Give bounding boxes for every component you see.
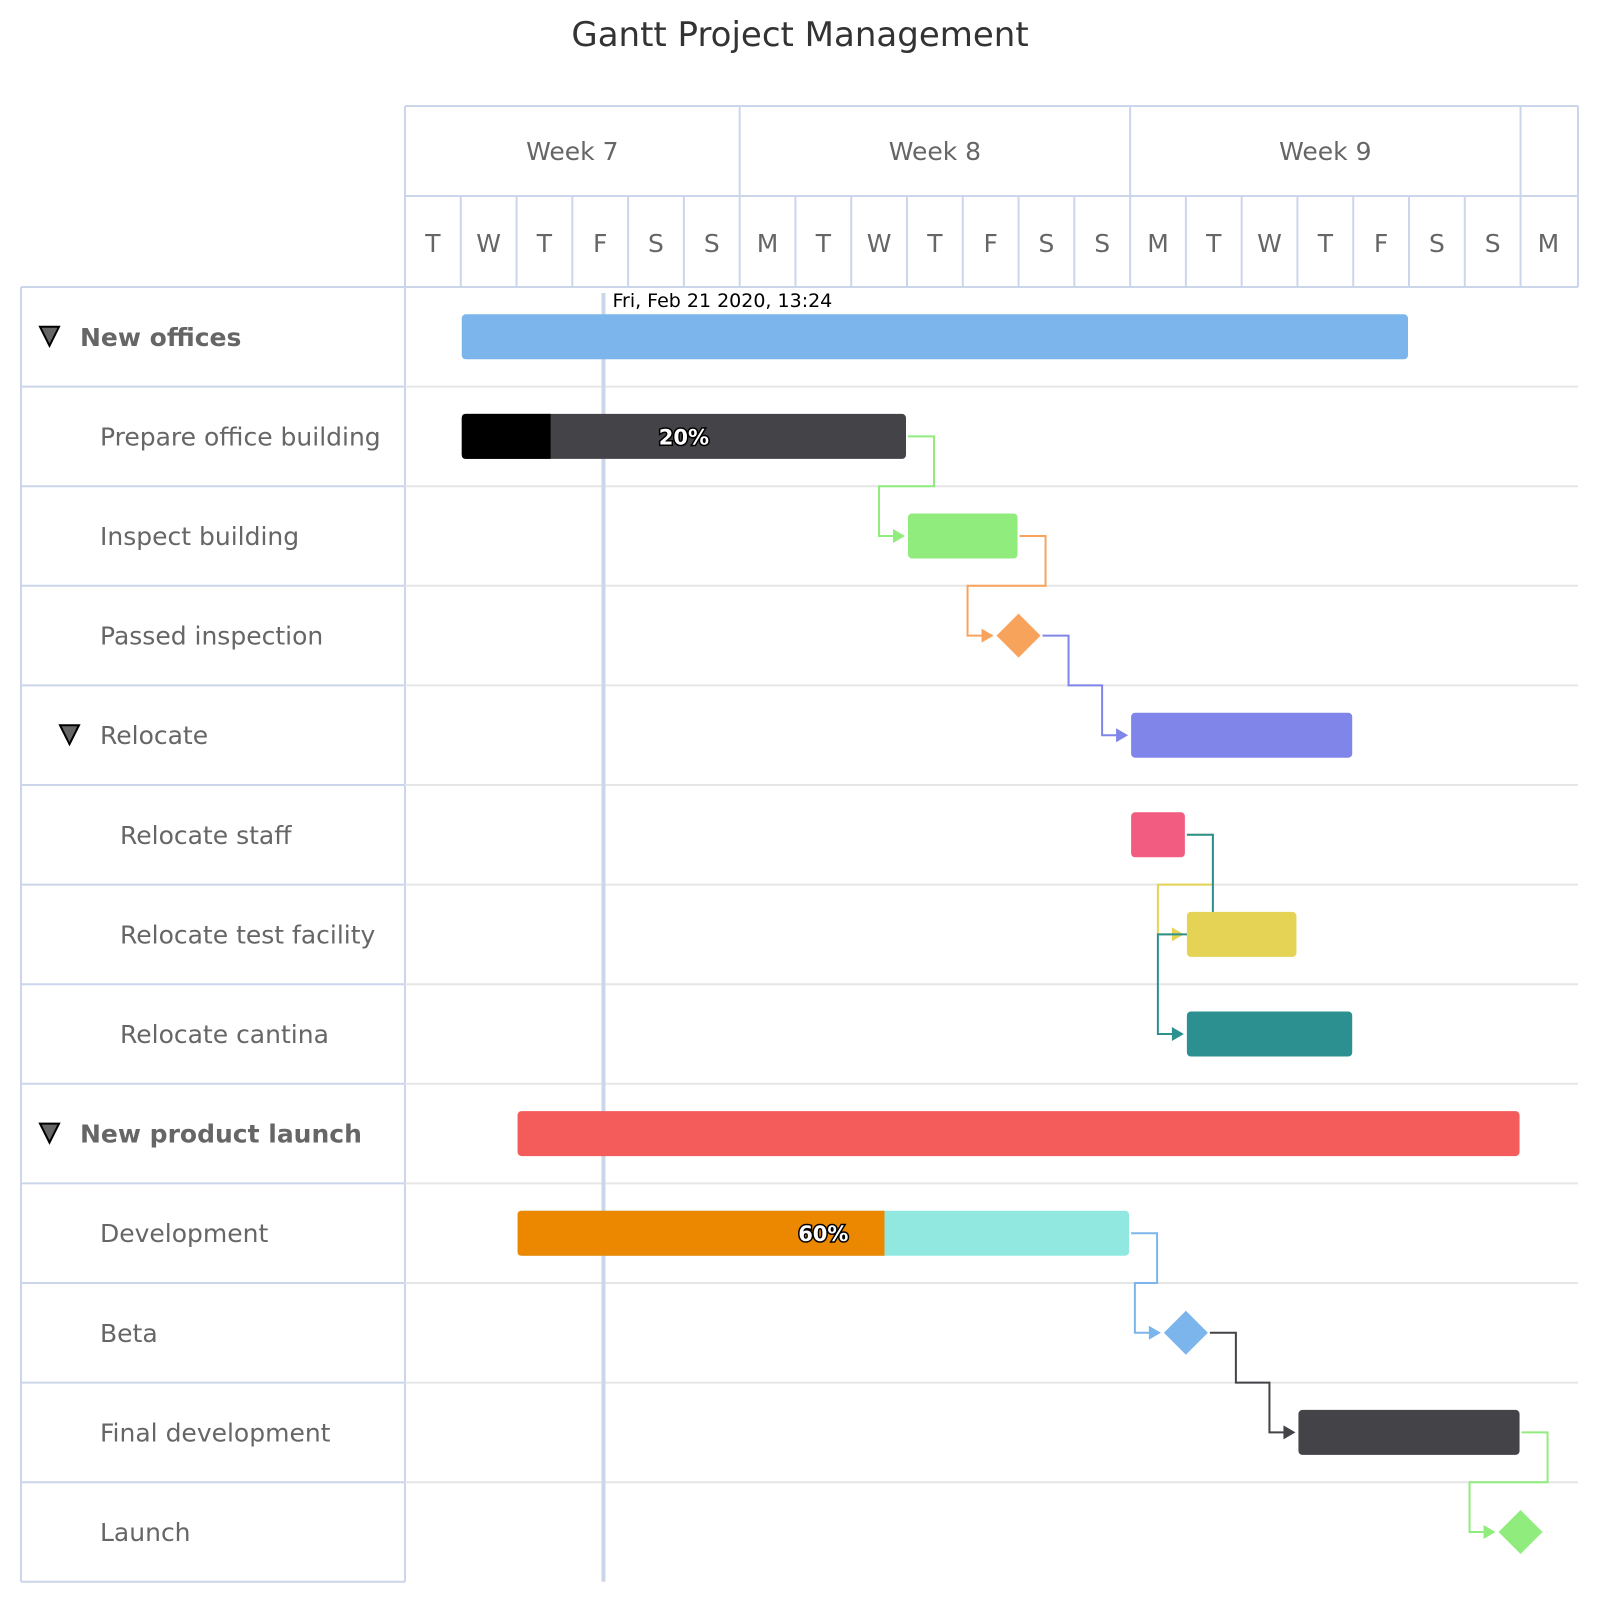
dependency-links — [877, 435, 1549, 1539]
task-label: Launch — [100, 1518, 191, 1547]
collapse-triangle-icon — [38, 1122, 61, 1145]
timeline-header: Week 7 Week 8 Week 9 T W T F S S M T W T F S S M T W T F S S M — [424, 137, 1559, 258]
task-label: Final development — [100, 1418, 331, 1447]
day-label: W — [476, 229, 501, 258]
dependency-arrowhead — [1148, 1325, 1161, 1340]
task-label: New offices — [80, 323, 241, 352]
dependency-arrowhead — [1116, 728, 1129, 743]
task-bar — [907, 513, 1018, 559]
day-label: S — [1429, 229, 1445, 258]
chart-title: Gantt Project Management — [571, 15, 1028, 55]
task-label: Relocate test facility — [120, 920, 376, 949]
dependency-link — [1131, 1232, 1159, 1334]
week-label: Week 8 — [889, 137, 981, 166]
day-label: S — [1485, 229, 1501, 258]
week-label: Week 9 — [1279, 137, 1371, 166]
task-progress-fill — [461, 413, 551, 459]
day-label: W — [1257, 229, 1282, 258]
gantt-chart: Gantt Project Management Week 7 Week 8 Wee… — [20, 15, 1579, 1583]
day-label: T — [815, 229, 832, 258]
task-rows: New offices Prepare office building Inspec… — [38, 323, 381, 1547]
task-label: Relocate — [100, 721, 208, 750]
collapse-triangle-icon — [58, 724, 81, 747]
milestone-marker — [996, 613, 1041, 658]
task-bar — [1131, 712, 1353, 758]
task-label: Prepare office building — [100, 422, 381, 451]
task-label: Beta — [100, 1319, 158, 1348]
day-label: M — [1538, 229, 1560, 258]
current-time-indicator: Fri, Feb 21 2020, 13:24 — [601, 290, 832, 1582]
task-bars: 20% 60% — [461, 314, 1543, 1554]
task-label: Passed inspection — [100, 622, 323, 651]
day-label: S — [648, 229, 664, 258]
task-label: Inspect building — [100, 522, 299, 551]
day-label: F — [983, 229, 997, 258]
task-bar — [1186, 1011, 1353, 1057]
dependency-arrowhead — [1483, 1525, 1496, 1539]
week-label: Week 7 — [526, 137, 618, 166]
day-label: M — [1147, 229, 1169, 258]
collapse-triangle-icon — [38, 325, 61, 349]
day-label: T — [424, 229, 441, 258]
milestone-marker — [1163, 1310, 1208, 1355]
task-label: Relocate cantina — [120, 1020, 329, 1049]
task-bar — [461, 314, 1408, 360]
milestone-marker — [1498, 1510, 1543, 1554]
task-label: Relocate staff — [120, 821, 292, 850]
task-bar — [1298, 1409, 1520, 1455]
day-label: S — [1094, 229, 1110, 258]
dependency-arrowhead — [1171, 1027, 1184, 1041]
task-label: New product launch — [80, 1120, 362, 1149]
day-label: S — [704, 229, 720, 258]
task-label: Development — [100, 1219, 268, 1248]
dependency-arrowhead — [981, 628, 994, 643]
task-bar — [1186, 911, 1297, 957]
day-label: W — [867, 229, 892, 258]
progress-label: 60% — [798, 1222, 848, 1246]
day-label: S — [1039, 229, 1055, 258]
task-bar — [1131, 812, 1185, 858]
current-time-label: Fri, Feb 21 2020, 13:24 — [612, 290, 832, 312]
dependency-arrowhead — [892, 529, 905, 543]
day-label: T — [926, 229, 943, 258]
day-label: F — [593, 229, 607, 258]
progress-label: 20% — [659, 425, 709, 449]
task-bar — [517, 1111, 1520, 1157]
day-label: F — [1374, 229, 1388, 258]
day-label: T — [536, 229, 553, 258]
day-label: T — [1317, 229, 1334, 258]
dependency-arrowhead — [1283, 1425, 1296, 1440]
day-label: M — [757, 229, 779, 258]
day-label: T — [1205, 229, 1222, 258]
